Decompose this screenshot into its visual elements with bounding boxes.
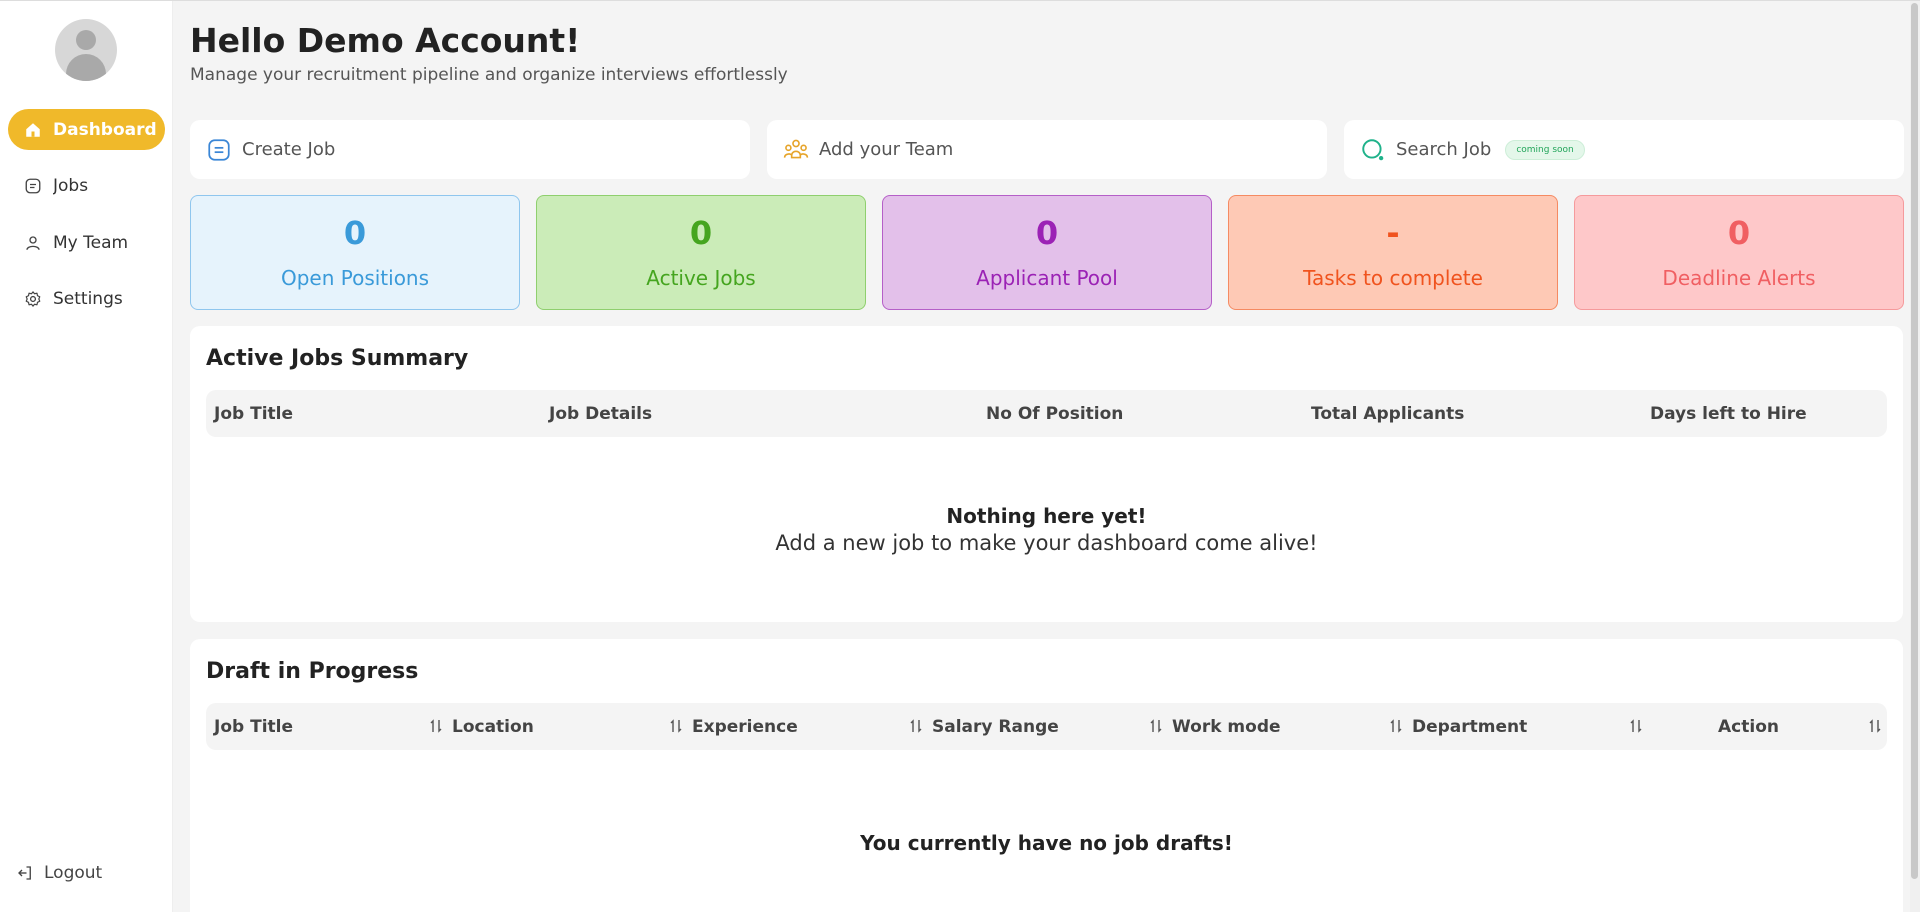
create-job-label: Create Job	[242, 139, 336, 160]
stat-value: 0	[1035, 214, 1059, 252]
user-icon	[24, 234, 42, 252]
sidebar-item-label: Settings	[53, 288, 123, 309]
stat-value: 0	[1727, 214, 1751, 252]
sidebar-item-my-team[interactable]: My Team	[8, 222, 165, 263]
sort-icon[interactable]	[670, 719, 682, 733]
sort-icon[interactable]	[1869, 719, 1881, 733]
page-subtitle: Manage your recruitment pipeline and org…	[190, 65, 788, 85]
stat-label: Tasks to complete	[1303, 266, 1483, 290]
search-icon	[1360, 137, 1386, 163]
avatar[interactable]	[55, 19, 117, 81]
sidebar-item-label: Jobs	[53, 175, 89, 196]
draft-in-progress-panel: Draft in Progress Job Title Location Exp…	[190, 639, 1903, 912]
avatar-head-shape	[76, 30, 96, 50]
stat-card-tasks-to-complete[interactable]: - Tasks to complete	[1228, 195, 1558, 310]
add-team-button[interactable]: Add your Team	[767, 120, 1327, 179]
stat-value: 0	[689, 214, 713, 252]
column-header-no-of-position: No Of Position	[986, 404, 1124, 424]
stat-card-deadline-alerts[interactable]: 0 Deadline Alerts	[1574, 195, 1904, 310]
sort-icon[interactable]	[1150, 719, 1162, 733]
sort-icon[interactable]	[430, 719, 442, 733]
add-team-label: Add your Team	[819, 139, 954, 160]
sidebar-item-dashboard[interactable]: Dashboard	[8, 109, 165, 150]
scrollbar[interactable]	[1910, 1, 1920, 912]
stat-label: Active Jobs	[646, 266, 756, 290]
logout-button[interactable]: Logout	[16, 863, 102, 883]
column-header-work-mode[interactable]: Work mode	[1172, 717, 1281, 737]
column-header-location[interactable]: Location	[452, 717, 534, 737]
search-job-label: Search Job	[1396, 139, 1492, 160]
sidebar-item-label: My Team	[53, 232, 129, 253]
column-header-total-applicants: Total Applicants	[1311, 404, 1465, 424]
home-icon	[24, 121, 42, 139]
empty-state-title: Nothing here yet!	[946, 504, 1147, 528]
empty-state-title: You currently have no job drafts!	[860, 831, 1233, 855]
stat-card-open-positions[interactable]: 0 Open Positions	[190, 195, 520, 310]
scrollbar-thumb[interactable]	[1911, 3, 1918, 879]
column-header-department[interactable]: Department	[1412, 717, 1527, 737]
sidebar-item-settings[interactable]: Settings	[8, 278, 165, 319]
column-header-experience[interactable]: Experience	[692, 717, 798, 737]
sidebar: Dashboard Jobs My Team Settings Logout	[0, 1, 173, 912]
logout-icon	[16, 864, 34, 882]
gear-icon	[24, 290, 42, 308]
stat-card-active-jobs[interactable]: 0 Active Jobs	[536, 195, 866, 310]
team-icon	[783, 137, 809, 163]
panel-title: Draft in Progress	[206, 659, 419, 684]
document-icon	[206, 137, 232, 163]
avatar-body-shape	[66, 54, 106, 81]
search-job-button[interactable]: Search Job coming soon	[1344, 120, 1904, 179]
sort-icon[interactable]	[1390, 719, 1402, 733]
sort-icon[interactable]	[1630, 719, 1642, 733]
panel-title: Active Jobs Summary	[206, 346, 469, 371]
logout-label: Logout	[44, 863, 103, 883]
empty-state-message: Add a new job to make your dashboard com…	[775, 531, 1318, 555]
table-header: Job Title Job Details No Of Position Tot…	[206, 390, 1887, 437]
table-header: Job Title Location Experience Salary Ran…	[206, 703, 1887, 750]
sidebar-item-label: Dashboard	[53, 119, 157, 140]
sidebar-item-jobs[interactable]: Jobs	[8, 165, 165, 206]
document-icon	[24, 177, 42, 195]
stat-value: 0	[343, 214, 367, 252]
stat-value: -	[1386, 214, 1400, 252]
create-job-button[interactable]: Create Job	[190, 120, 750, 179]
stat-label: Applicant Pool	[976, 266, 1118, 290]
stat-card-applicant-pool[interactable]: 0 Applicant Pool	[882, 195, 1212, 310]
stat-label: Open Positions	[280, 266, 430, 290]
active-jobs-summary-panel: Active Jobs Summary Job Title Job Detail…	[190, 326, 1903, 622]
column-header-action[interactable]: Action	[1718, 717, 1779, 737]
coming-soon-badge: coming soon	[1505, 139, 1585, 160]
column-header-job-details: Job Details	[549, 404, 653, 424]
sort-icon[interactable]	[910, 719, 922, 733]
column-header-salary-range[interactable]: Salary Range	[932, 717, 1059, 737]
column-header-days-left-to-hire: Days left to Hire	[1650, 404, 1807, 424]
column-header-job-title: Job Title	[214, 404, 293, 424]
stat-label: Deadline Alerts	[1662, 266, 1816, 290]
page-title: Hello Demo Account!	[190, 21, 581, 60]
column-header-job-title[interactable]: Job Title	[214, 717, 293, 737]
